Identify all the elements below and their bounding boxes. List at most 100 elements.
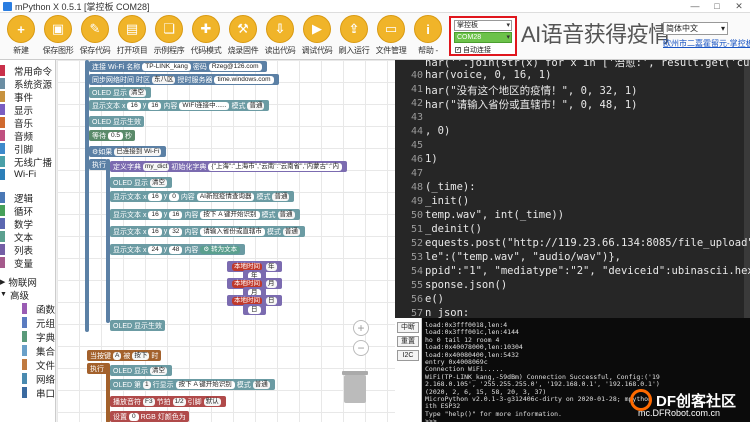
rgb-block[interactable]: 设置 0 RGB 灯颜色为	[110, 411, 189, 422]
code-line[interactable]: har("没有这个地区的疫情！", 0, 32, 1)	[425, 83, 637, 98]
toolbar-button-upload-run[interactable]: ⇪ 刷入运行	[335, 14, 373, 58]
oled-clear-block[interactable]: OLED 显示 清空	[89, 87, 152, 98]
mode-dropdown[interactable]: 普通	[272, 192, 290, 201]
port-select[interactable]: COM28	[454, 32, 512, 43]
editor-scrollbar[interactable]	[744, 60, 750, 318]
category-1[interactable]: 系统资源	[0, 77, 56, 91]
key-dropdown[interactable]: A	[113, 351, 122, 360]
category-2[interactable]: 事件	[0, 90, 56, 104]
zoom-out-button[interactable]: −	[353, 340, 369, 356]
oled-show-block[interactable]: OLED 显示生效	[89, 116, 145, 127]
toolbar-button-file-manager[interactable]: ▭ 文件管理	[372, 14, 410, 58]
auto-connect-checkbox[interactable]: ✓ 自动连接	[455, 45, 491, 55]
board-select[interactable]: 掌控板	[454, 20, 512, 31]
category-3[interactable]: 显示	[0, 103, 56, 117]
wifi-connected-condition[interactable]: 已连接到 Wi-Fi	[114, 147, 162, 156]
toolbar-button-save-graphic[interactable]: ▣ 保存图形	[39, 14, 77, 58]
serial-button-0[interactable]: 中断	[397, 322, 419, 333]
state-dropdown[interactable]: 按下	[132, 351, 150, 360]
y-input[interactable]: 16	[148, 101, 162, 110]
toolbar-button-read-code[interactable]: ⇩ 读出代码	[261, 14, 299, 58]
play-note-block[interactable]: 播放音符 F3 节拍 1/2 引脚 默认	[110, 396, 226, 407]
y-input[interactable]: 0	[169, 192, 179, 201]
toolbar-button-help[interactable]: i 帮助 -	[409, 14, 447, 58]
content-input[interactable]: 按下 A 键开始识别	[175, 380, 235, 389]
content-input[interactable]: 按下 A 键开始识别	[200, 210, 260, 219]
dict-value-input[interactable]: {"上海":"上海市","云南":"云南省","内蒙古":"内	[208, 162, 342, 171]
toolbar-button-new-file[interactable]: + 新建	[2, 14, 40, 58]
y-input[interactable]: 32	[169, 227, 183, 236]
oled-clear-block-2[interactable]: OLED 显示 清空	[110, 177, 173, 188]
if-block[interactable]: ⚙ 如果 已连接到 Wi-Fi	[89, 146, 167, 157]
separator-text[interactable]: 日	[248, 305, 261, 314]
rgb-index-input[interactable]: 0	[129, 412, 139, 421]
category-19[interactable]: 字典	[0, 330, 56, 344]
show-text-block-4[interactable]: 显示文本 x 16 y 32 内容 请输入省份或直辖市 模式 普通	[110, 226, 305, 237]
dict-name-dropdown[interactable]: my_dict	[143, 162, 170, 171]
mode-dropdown[interactable]: 普通	[282, 227, 300, 236]
x-input[interactable]: 24	[148, 245, 162, 254]
community-link[interactable]: 欧州市二嘉霍留元-掌控板	[663, 38, 750, 49]
wait-block[interactable]: 等待 0.5 秒	[89, 130, 136, 141]
code-line[interactable]: temp.wav", int(_time))	[425, 209, 564, 221]
serial-button-1[interactable]: 重置	[397, 336, 419, 347]
serial-button-2[interactable]: I2C	[397, 350, 419, 361]
code-line[interactable]: le":("temp.wav", "audio/wav")},	[425, 251, 621, 263]
oled-mode-dropdown-3[interactable]: 清空	[150, 366, 168, 375]
category-20[interactable]: 集合	[0, 344, 56, 358]
oled-clear-block-3[interactable]: OLED 显示 清空	[110, 365, 173, 376]
category-14[interactable]: 变量	[0, 256, 56, 270]
category-9[interactable]: 逻辑	[0, 191, 56, 205]
category-22[interactable]: 网络	[0, 372, 56, 386]
show-text-block[interactable]: 显示文本 x 16 y 16 内容 WIFI连接中...... 模式 普通	[89, 100, 270, 111]
show-text-block-5[interactable]: 显示文本 x 24 y 48 内容 ⚙ 转为文本	[110, 244, 246, 255]
mode-dropdown[interactable]: 普通	[252, 380, 270, 389]
oled-mode-dropdown[interactable]: 清空	[129, 88, 147, 97]
maximize-button[interactable]: □	[706, 0, 728, 13]
ntp-sync-block[interactable]: 同步网络时间 时区 东八区 授时服务器 time.windows.com	[89, 74, 279, 85]
code-line[interactable]: ppid":"1", "mediatype":"2", "deviceid":u…	[425, 265, 750, 277]
zoom-in-button[interactable]: +	[353, 320, 369, 336]
wifi-ssid-input[interactable]: TP-LINK_kang	[142, 62, 191, 71]
content-input[interactable]: 请输入省份或直辖市	[200, 227, 265, 236]
category-21[interactable]: 文件	[0, 358, 56, 372]
code-editor[interactable]: har(''.join(str(x) for x in ['治愈:', resu…	[395, 60, 750, 318]
category-23[interactable]: 串口	[0, 386, 56, 400]
on-button-event-block[interactable]: 当按键 A 被 按下 时	[87, 350, 162, 361]
pin-dropdown[interactable]: 默认	[203, 397, 221, 406]
to-text-block[interactable]: ⚙ 转为文本	[200, 245, 241, 254]
code-line[interactable]: n_json:	[425, 307, 469, 318]
code-line[interactable]: sponse.json()	[425, 279, 507, 291]
time-unit-dropdown[interactable]: 年	[266, 262, 277, 271]
language-select[interactable]: 简体中文	[663, 22, 728, 35]
category-16[interactable]: ▼ 高级	[0, 288, 56, 302]
category-5[interactable]: 音频	[0, 129, 56, 143]
x-input[interactable]: 16	[148, 210, 162, 219]
define-dict-block[interactable]: 定义字典 my_dict 初始化字典 {"上海":"上海市","云南":"云南省…	[110, 161, 347, 172]
code-line[interactable]: _deinit()	[425, 223, 482, 235]
x-input[interactable]: 16	[148, 227, 162, 236]
x-input[interactable]: 16	[148, 192, 162, 201]
category-11[interactable]: 数学	[0, 217, 56, 231]
oled-line-block[interactable]: OLED 第 1 行显示 按下 A 键开始识别 模式 普通	[110, 379, 275, 390]
category-17[interactable]: 函数	[0, 302, 56, 316]
code-line[interactable]: e()	[425, 293, 444, 305]
category-0[interactable]: 常用命令	[0, 64, 56, 78]
trash-icon[interactable]	[342, 371, 368, 403]
show-text-block-2[interactable]: 显示文本 x 16 y 0 内容 AI新冠疫情查询器 模式 普通	[110, 191, 295, 202]
oled-show-block-2[interactable]: OLED 显示生效	[110, 320, 166, 331]
category-7[interactable]: 无线广播	[0, 155, 56, 169]
code-line[interactable]: _init()	[425, 195, 469, 207]
toolbar-button-code-mode[interactable]: ✚ 代码模式	[187, 14, 225, 58]
row-dropdown[interactable]: 1	[143, 380, 151, 389]
category-12[interactable]: 文本	[0, 230, 56, 244]
category-10[interactable]: 循环	[0, 204, 56, 218]
x-input[interactable]: 16	[127, 101, 141, 110]
show-text-block-3[interactable]: 显示文本 x 16 y 16 内容 按下 A 键开始识别 模式 普通	[110, 209, 300, 220]
content-input[interactable]: AI新冠疫情查询器	[196, 192, 255, 201]
time-unit-dropdown[interactable]: 月	[266, 279, 277, 288]
mode-dropdown[interactable]: 普通	[277, 210, 295, 219]
toolbar-button-open-project[interactable]: ▤ 打开项目	[113, 14, 151, 58]
code-line[interactable]: har(voice, 0, 16, 1)	[425, 69, 551, 81]
beat-dropdown[interactable]: 1/2	[172, 397, 186, 406]
